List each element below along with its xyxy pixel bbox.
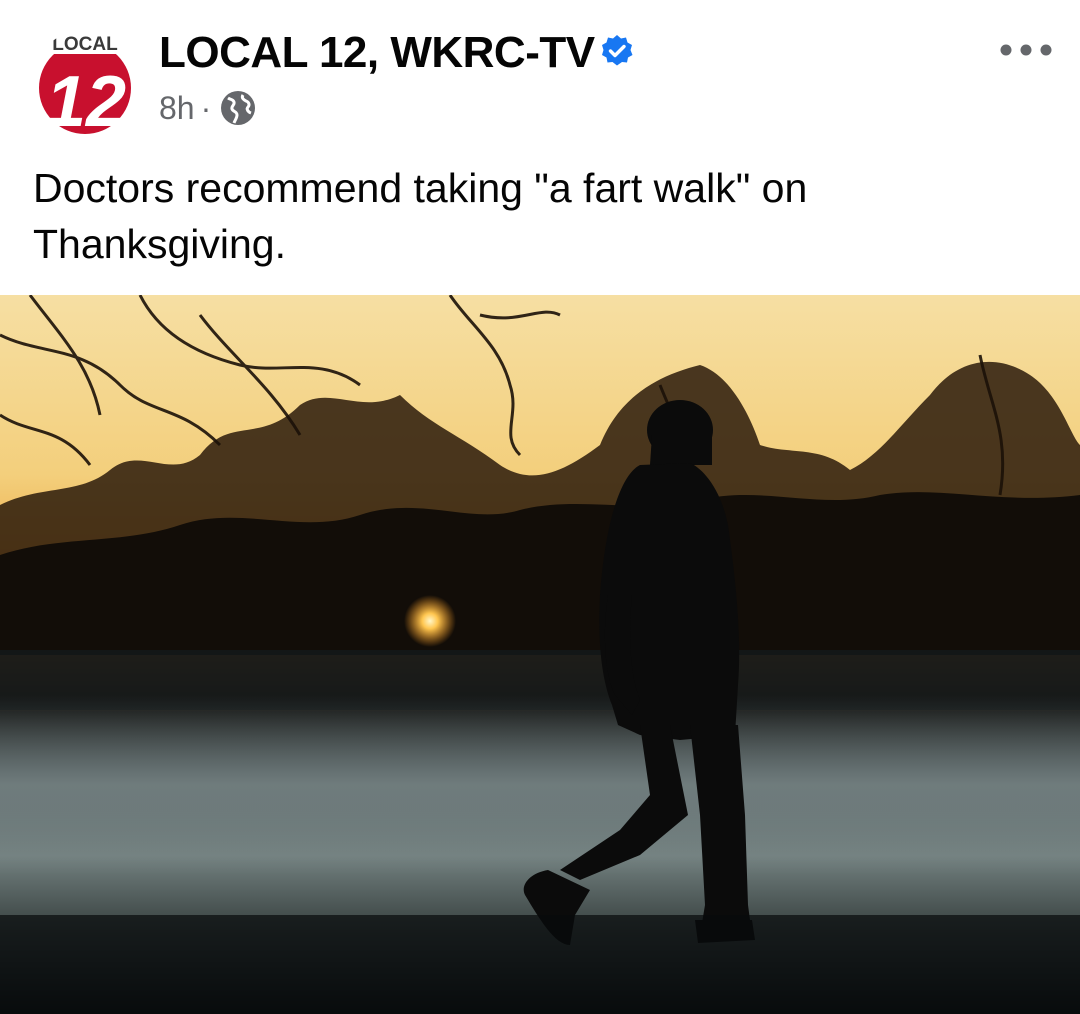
post-meta: 8h · (159, 86, 257, 130)
more-options-icon[interactable] (996, 36, 1056, 64)
local12-logo: LOCAL 12 (32, 30, 138, 136)
post-timestamp[interactable]: 8h (159, 90, 195, 127)
photo-silhouette-walker (0, 295, 1080, 1014)
page-name-link[interactable]: LOCAL 12, WKRC-TV (159, 28, 595, 78)
post-header: LOCAL 12 LOCAL 12, WKRC-TV 8h · (0, 0, 1080, 150)
post-caption: Doctors recommend taking "a fart walk" o… (33, 165, 808, 267)
meta-separator: · (200, 89, 212, 126)
verified-badge-icon (602, 35, 633, 66)
logo-number: 12 (46, 62, 126, 136)
globe-icon[interactable] (219, 89, 257, 127)
post-photo[interactable] (0, 295, 1080, 1014)
page-avatar[interactable]: LOCAL 12 (32, 30, 138, 136)
logo-text: LOCAL (52, 34, 118, 55)
